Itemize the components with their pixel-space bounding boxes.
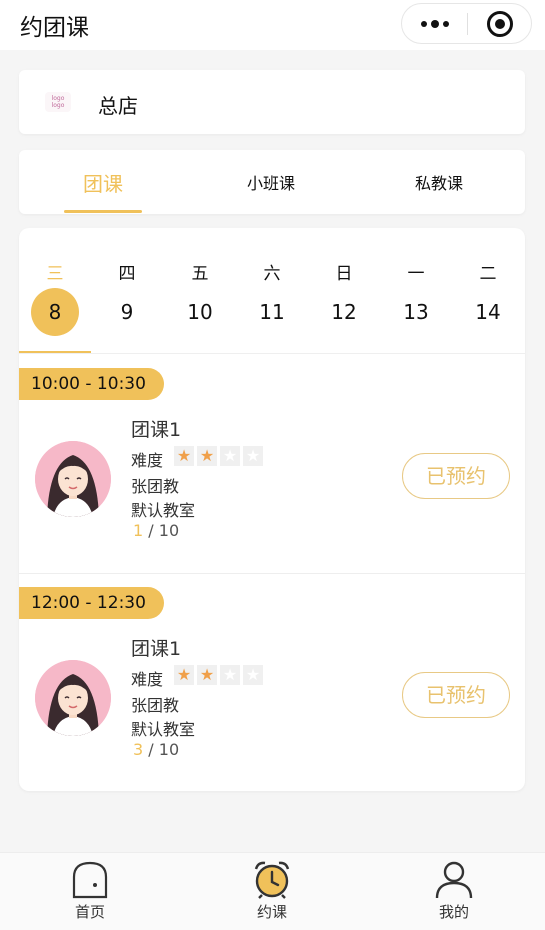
store-name: 总店 <box>98 94 138 118</box>
home-icon <box>72 861 108 899</box>
coach-name: 张团教 <box>131 477 180 496</box>
day-date: 14 <box>475 300 501 324</box>
tabbar-label: 首页 <box>74 903 105 921</box>
close-circle-icon[interactable] <box>487 11 513 37</box>
tabbar-item-mine[interactable]: 我的 <box>394 853 514 930</box>
booking-count: 3 / 10 <box>133 740 179 759</box>
tabbar-item-booking[interactable]: 约课 <box>212 853 332 930</box>
tabbar-label: 我的 <box>438 903 469 921</box>
day-item[interactable]: 三 8 <box>19 228 91 352</box>
room-name: 默认教室 <box>131 501 196 520</box>
day-date: 13 <box>403 300 429 324</box>
star-icon: ★ <box>174 665 194 685</box>
mini-program-capsule <box>401 3 532 44</box>
day-weekday: 六 <box>263 264 281 284</box>
day-weekday: 二 <box>479 264 497 284</box>
class-name: 团课1 <box>131 419 182 441</box>
difficulty-label: 难度 <box>131 670 164 689</box>
day-item[interactable]: 一 13 <box>380 228 452 352</box>
day-weekday: 一 <box>407 264 425 284</box>
session-time: 10:00 - 10:30 <box>19 368 164 400</box>
star-icon: ★ <box>197 665 217 685</box>
more-dots-icon[interactable] <box>402 4 467 43</box>
capsule-divider <box>467 13 468 35</box>
booked-button[interactable]: 已预约 <box>402 453 510 499</box>
difficulty-rating: ★ ★ ★ ★ <box>174 446 263 466</box>
day-weekday: 五 <box>191 264 209 284</box>
page-title: 约团课 <box>20 15 89 41</box>
day-weekday: 四 <box>118 264 136 284</box>
difficulty-label: 难度 <box>131 451 164 470</box>
capacity: / 10 <box>148 740 180 759</box>
tab-small-class[interactable]: 小班课 <box>187 150 355 214</box>
session-time: 12:00 - 12:30 <box>19 587 164 619</box>
day-weekday: 日 <box>335 264 353 284</box>
coach-avatar <box>35 660 111 736</box>
day-item[interactable]: 六 11 <box>236 228 308 352</box>
day-weekday: 三 <box>46 264 64 284</box>
day-date: 10 <box>187 300 213 324</box>
star-icon: ★ <box>243 665 263 685</box>
day-item[interactable]: 二 14 <box>452 228 524 352</box>
booked-count: 3 <box>133 740 144 759</box>
day-date: 9 <box>120 300 134 324</box>
star-icon: ★ <box>220 446 240 466</box>
tab-private-class[interactable]: 私教课 <box>355 150 523 214</box>
booked-button[interactable]: 已预约 <box>402 672 510 718</box>
bottom-tab-bar: 首页 约课 我的 <box>0 852 545 930</box>
store-selector[interactable]: logo logo 总店 <box>19 70 525 134</box>
class-name: 团课1 <box>131 638 182 660</box>
course-type-tabs: 团课 小班课 私教课 <box>19 150 525 214</box>
tab-group-class[interactable]: 团课 <box>19 150 187 214</box>
schedule-card: 三 8 四 9 五 10 六 11 日 12 一 13 二 14 10:00 -… <box>19 228 525 791</box>
tabbar-item-home[interactable]: 首页 <box>30 853 150 930</box>
user-icon <box>435 861 473 899</box>
capacity: / 10 <box>148 521 180 540</box>
session-card: 12:00 - 12:30 团课1 难度 ★ ★ ★ ★ 张团教 默认教室 3 … <box>19 572 525 792</box>
day-item[interactable]: 四 9 <box>91 228 163 352</box>
star-icon: ★ <box>197 446 217 466</box>
day-date: 8 <box>31 288 79 336</box>
room-name: 默认教室 <box>131 720 196 739</box>
alarm-clock-icon <box>254 861 290 899</box>
store-logo: logo logo <box>45 92 71 112</box>
day-item[interactable]: 日 12 <box>308 228 380 352</box>
booked-count: 1 <box>133 521 144 540</box>
star-icon: ★ <box>220 665 240 685</box>
coach-avatar <box>35 441 111 517</box>
star-icon: ★ <box>174 446 194 466</box>
day-date: 12 <box>331 300 357 324</box>
navigation-bar: 约团课 <box>0 0 545 50</box>
coach-name: 张团教 <box>131 696 180 715</box>
session-card: 10:00 - 10:30 团课1 难度 ★ ★ ★ ★ 张团教 默认教室 1 … <box>19 353 525 573</box>
booking-count: 1 / 10 <box>133 521 179 540</box>
star-icon: ★ <box>243 446 263 466</box>
tabbar-label: 约课 <box>256 903 287 921</box>
difficulty-rating: ★ ★ ★ ★ <box>174 665 263 685</box>
active-tab-underline <box>64 210 142 213</box>
day-date: 11 <box>259 300 285 324</box>
day-item[interactable]: 五 10 <box>164 228 236 352</box>
